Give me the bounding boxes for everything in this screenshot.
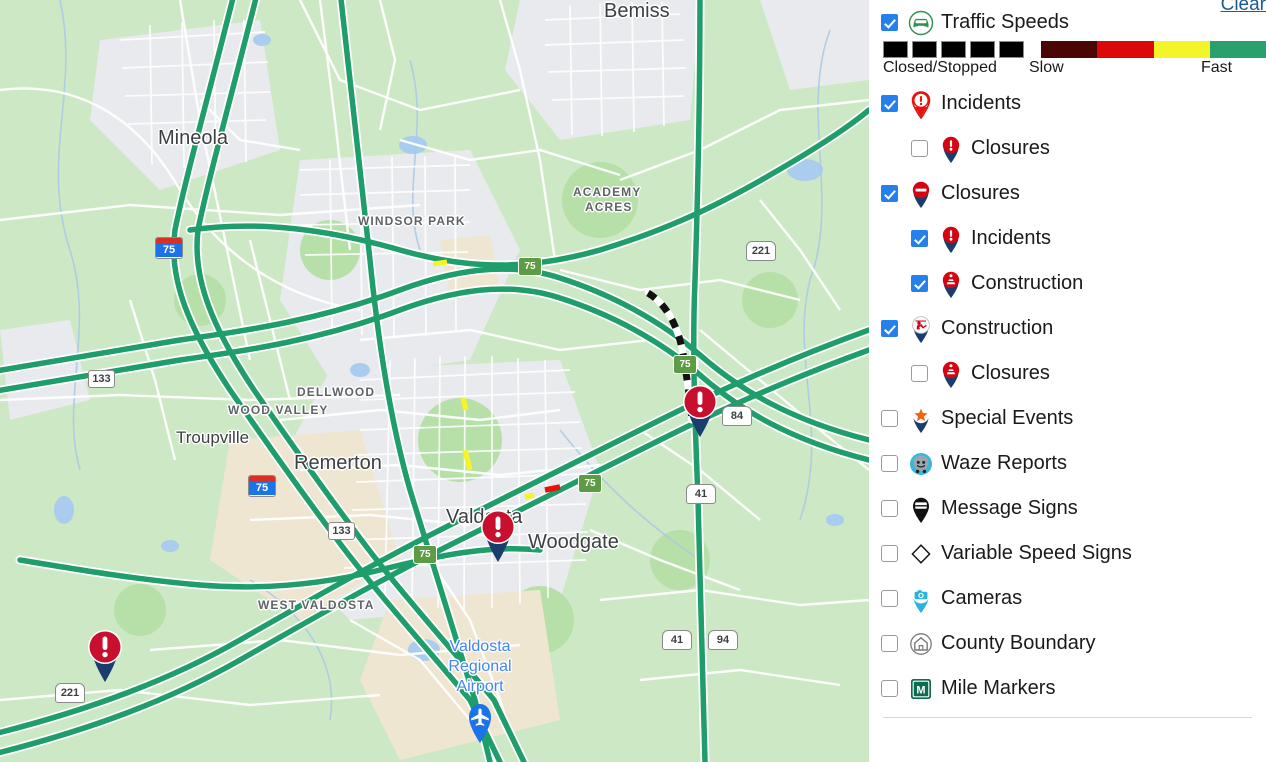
panel-divider bbox=[883, 717, 1252, 718]
checkbox-construction-6[interactable] bbox=[881, 320, 898, 337]
checkbox-waze-reports-9[interactable] bbox=[881, 455, 898, 472]
waze-icon bbox=[907, 449, 934, 479]
construction-worker-pin-icon bbox=[907, 314, 934, 344]
legend-block-closed-3 bbox=[941, 41, 966, 58]
message-sign-pin-icon bbox=[907, 494, 934, 524]
layer-label-waze-reports-9: Waze Reports bbox=[941, 452, 1067, 474]
layer-row-closures-3[interactable]: Closures bbox=[869, 171, 1266, 216]
legend-swatch-slow-dark bbox=[1041, 41, 1097, 58]
checkbox-closures-3[interactable] bbox=[881, 185, 898, 202]
legend-swatch-medium bbox=[1154, 41, 1210, 58]
legend-caption-fast: Fast bbox=[1201, 59, 1233, 76]
airport-marker[interactable] bbox=[464, 700, 496, 744]
layer-label-traffic-speeds: Traffic Speeds bbox=[941, 11, 1069, 33]
construction-cone-pin-icon bbox=[937, 359, 964, 389]
diamond-sign-icon bbox=[907, 539, 934, 569]
layer-row-construction-5[interactable]: Construction bbox=[869, 261, 1266, 306]
layer-row-variable-speed-signs-11[interactable]: Variable Speed Signs bbox=[869, 531, 1266, 576]
layer-label-construction-5: Construction bbox=[971, 272, 1084, 294]
checkbox-traffic-speeds[interactable] bbox=[881, 14, 898, 31]
legend-block-closed-5 bbox=[999, 41, 1024, 58]
incident-closure-pin-icon bbox=[937, 134, 964, 164]
county-boundary-icon bbox=[907, 629, 934, 659]
layer-row-incidents-4[interactable]: Incidents bbox=[869, 216, 1266, 261]
legend-closed-blocks bbox=[883, 41, 1028, 58]
layer-label-closures-3: Closures bbox=[941, 182, 1020, 204]
legend-gradient bbox=[1041, 41, 1266, 58]
checkbox-construction-5[interactable] bbox=[911, 275, 928, 292]
camera-pin-icon bbox=[907, 584, 934, 614]
legend-color-bars bbox=[883, 41, 1266, 58]
legend-block-closed-4 bbox=[970, 41, 995, 58]
layer-label-closures-7: Closures bbox=[971, 362, 1050, 384]
legend-caption-slow: Slow bbox=[1029, 59, 1064, 76]
legend-caption-closed: Closed/Stopped bbox=[883, 59, 997, 76]
legend-block-closed-1 bbox=[883, 41, 908, 58]
clear-link[interactable]: Clear bbox=[1221, 0, 1266, 16]
checkbox-message-signs-10[interactable] bbox=[881, 500, 898, 517]
layer-row-cameras-12[interactable]: Cameras bbox=[869, 576, 1266, 621]
incident-closure-pin-icon bbox=[937, 224, 964, 254]
incident-outline-pin-icon bbox=[907, 89, 934, 119]
special-event-star-pin-icon bbox=[907, 404, 934, 434]
checkbox-incidents-1[interactable] bbox=[881, 95, 898, 112]
layer-row-mile-markers-14[interactable]: M Mile Markers bbox=[869, 666, 1266, 711]
checkbox-special-events-8[interactable] bbox=[881, 410, 898, 427]
car-circle-icon bbox=[907, 8, 934, 38]
layer-row-construction-6[interactable]: Construction bbox=[869, 306, 1266, 351]
layer-row-special-events-8[interactable]: Special Events bbox=[869, 396, 1266, 441]
traffic-map-application: Bemiss Mineola ACADEMY ACRES WINDSOR PARK DEL… bbox=[0, 0, 1266, 762]
closure-pin-icon bbox=[907, 179, 934, 209]
checkbox-closures-2[interactable] bbox=[911, 140, 928, 157]
layer-row-county-boundary-13[interactable]: County Boundary bbox=[869, 621, 1266, 666]
layer-label-cameras-12: Cameras bbox=[941, 587, 1023, 609]
checkbox-county-boundary-13[interactable] bbox=[881, 635, 898, 652]
layer-row-waze-reports-9[interactable]: Waze Reports bbox=[869, 441, 1266, 486]
checkbox-variable-speed-signs-11[interactable] bbox=[881, 545, 898, 562]
legend-block-closed-2 bbox=[912, 41, 937, 58]
layer-label-construction-6: Construction bbox=[941, 317, 1054, 339]
checkbox-closures-7[interactable] bbox=[911, 365, 928, 382]
legend-captions: Closed/Stopped Slow Fast bbox=[883, 59, 1266, 79]
layer-row-message-signs-10[interactable]: Message Signs bbox=[869, 486, 1266, 531]
map-canvas[interactable]: Bemiss Mineola ACADEMY ACRES WINDSOR PARK DEL… bbox=[0, 0, 869, 762]
layer-label-incidents-4: Incidents bbox=[971, 227, 1052, 249]
legend-swatch-fast bbox=[1210, 41, 1266, 58]
layer-rows-container: Incidents Closures Closures Incidents Constr… bbox=[869, 81, 1266, 711]
incident-marker[interactable] bbox=[476, 505, 520, 563]
layers-panel: Clear Traffic Speeds Closed/Stopped Slow… bbox=[869, 0, 1266, 762]
layer-row-closures-2[interactable]: Closures bbox=[869, 126, 1266, 171]
map-base-graphics bbox=[0, 0, 869, 762]
layer-label-incidents-1: Incidents bbox=[941, 92, 1022, 114]
svg-text:M: M bbox=[916, 684, 925, 696]
layer-label-special-events-8: Special Events bbox=[941, 407, 1074, 429]
layer-label-mile-markers-14: Mile Markers bbox=[941, 677, 1056, 699]
incident-marker[interactable] bbox=[83, 625, 127, 683]
layer-label-county-boundary-13: County Boundary bbox=[941, 632, 1096, 654]
traffic-speed-legend: Closed/Stopped Slow Fast bbox=[869, 41, 1266, 79]
construction-cone-pin-icon bbox=[937, 269, 964, 299]
layer-label-closures-2: Closures bbox=[971, 137, 1050, 159]
layer-row-closures-7[interactable]: Closures bbox=[869, 351, 1266, 396]
layer-label-variable-speed-signs-11: Variable Speed Signs bbox=[941, 542, 1132, 564]
checkbox-incidents-4[interactable] bbox=[911, 230, 928, 247]
layer-row-traffic-speeds[interactable]: Traffic Speeds bbox=[869, 0, 1266, 45]
mile-marker-icon: M bbox=[907, 674, 934, 704]
layer-label-message-signs-10: Message Signs bbox=[941, 497, 1078, 519]
checkbox-mile-markers-14[interactable] bbox=[881, 680, 898, 697]
incident-marker[interactable] bbox=[678, 380, 722, 438]
checkbox-cameras-12[interactable] bbox=[881, 590, 898, 607]
legend-swatch-slow bbox=[1097, 41, 1154, 58]
layer-row-incidents-1[interactable]: Incidents bbox=[869, 81, 1266, 126]
